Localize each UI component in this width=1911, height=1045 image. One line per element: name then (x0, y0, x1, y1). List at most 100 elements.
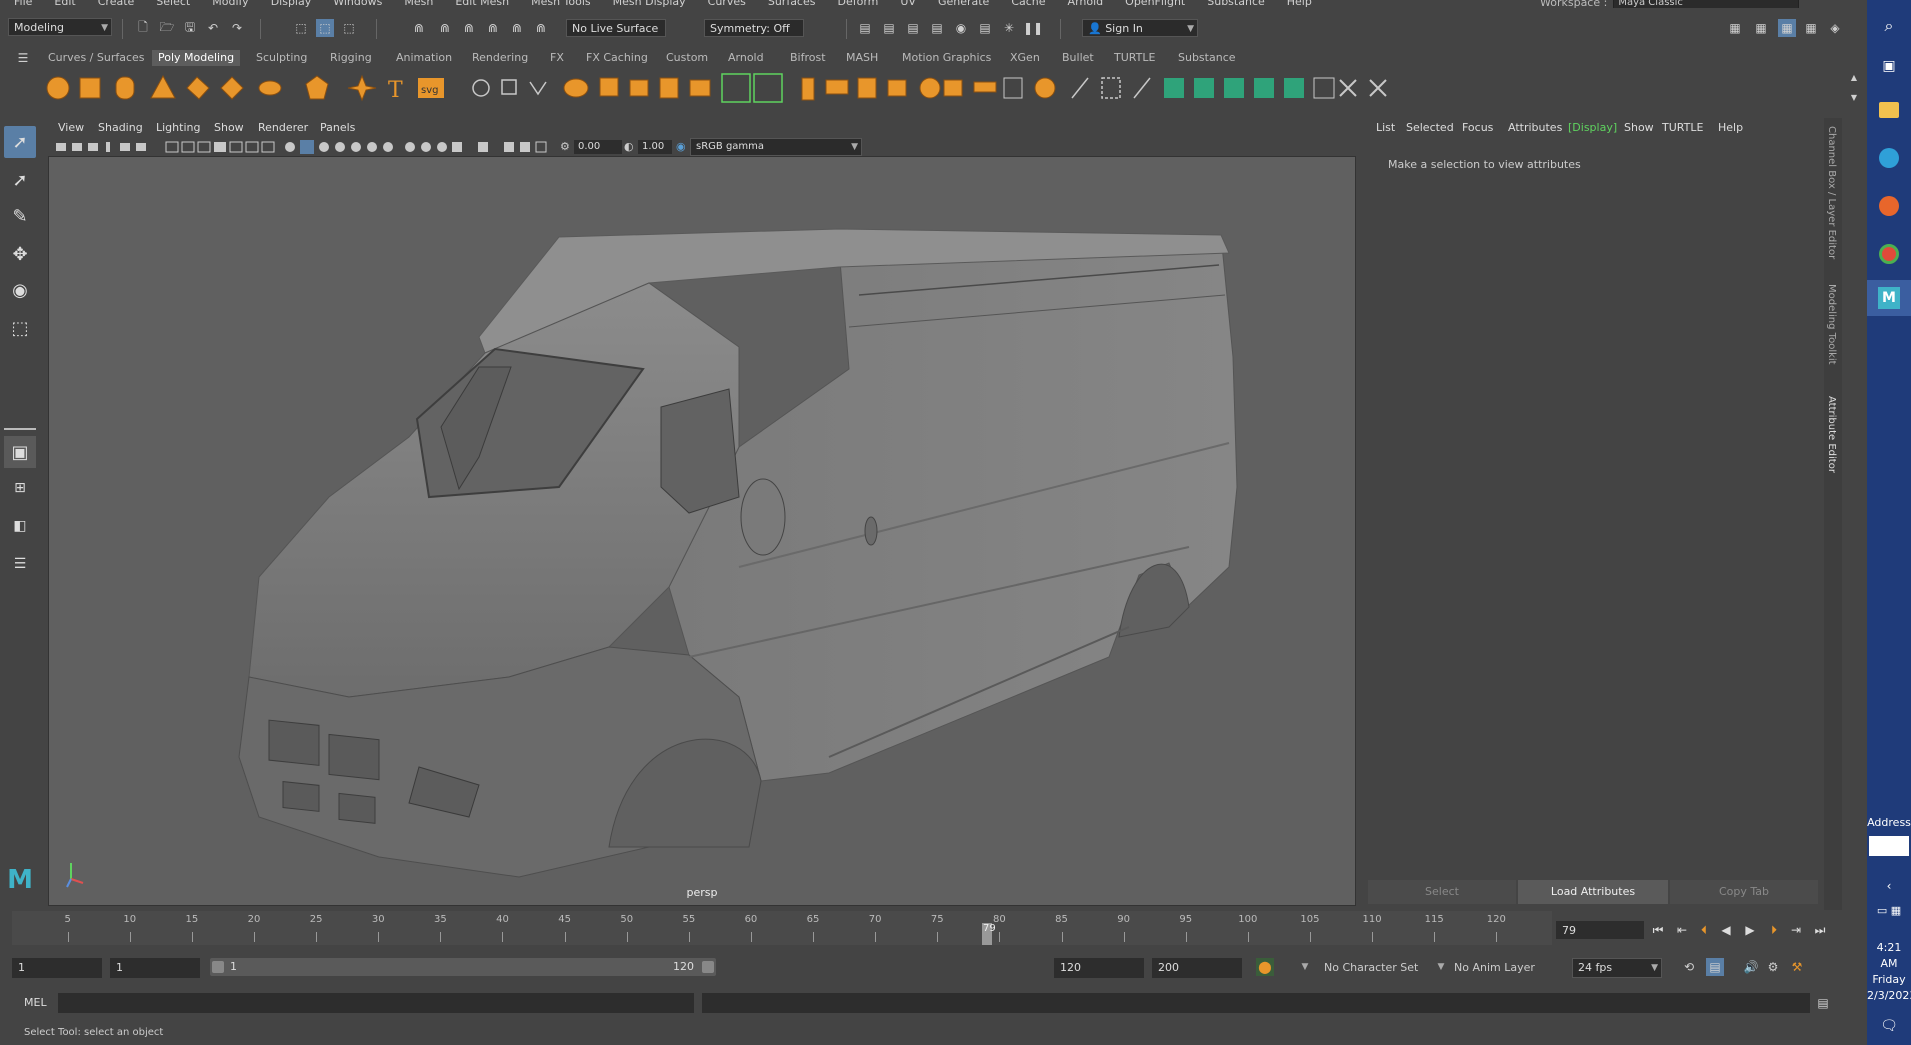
select-button[interactable]: Select (1368, 880, 1516, 904)
shelf-tab-turtle[interactable]: TURTLE (1108, 50, 1161, 66)
rotate-tool-icon[interactable]: ◉ (4, 274, 36, 306)
viewport-menu-lighting[interactable]: Lighting (156, 121, 200, 134)
save-scene-icon[interactable]: 🖫 (181, 19, 199, 37)
open-scene-icon[interactable]: 🗁 (158, 19, 176, 37)
shelf-menu-icon[interactable]: ☰ (14, 49, 32, 67)
range-end-handle[interactable] (702, 961, 714, 973)
select-object-icon[interactable]: ⬚ (316, 19, 334, 37)
time-slider[interactable]: 5 10 15 20 25 30 35 40 45 50 55 60 65 70 75 80 85 90 95 100… (12, 911, 1552, 945)
notifications-icon[interactable]: 🗨 (1867, 1008, 1911, 1044)
shelf-tab-arnold[interactable]: Arnold (722, 50, 770, 66)
pause-icon[interactable]: ❚❚ (1023, 19, 1043, 37)
character-set-chevron-icon[interactable]: ▼ (1296, 958, 1314, 976)
channel-box-icon[interactable]: ▦ (1802, 19, 1820, 37)
address-field[interactable] (1869, 836, 1909, 856)
range-slider[interactable]: 1 120 (210, 958, 716, 976)
play-forward-icon[interactable]: ▶ (1740, 920, 1760, 940)
shelf-tab-fx[interactable]: FX (544, 50, 570, 66)
shelf-tab-rigging[interactable]: Rigging (324, 50, 378, 66)
shelf-scroll[interactable]: ▲ ▼ (1842, 68, 1867, 108)
fps-dropdown[interactable]: 24 fps ▼ (1572, 958, 1662, 978)
ae-menu-help[interactable]: Help (1718, 121, 1743, 134)
settings-icon[interactable]: ⚒ (1788, 958, 1806, 976)
menu-openflight[interactable]: OpenFlight (1125, 0, 1185, 8)
chevron-left-icon[interactable]: ‹ (1867, 876, 1911, 896)
viewport-menu-renderer[interactable]: Renderer (258, 121, 308, 134)
symmetry-dropdown[interactable]: Symmetry: Off (704, 19, 804, 37)
shelf-tab-mash[interactable]: MASH (840, 50, 884, 66)
snap-surface-icon[interactable]: ⋒ (508, 19, 526, 37)
menu-substance[interactable]: Substance (1207, 0, 1265, 8)
shelf-tab-poly-modeling[interactable]: Poly Modeling (152, 50, 241, 66)
auto-key-icon[interactable]: ⬤ (1256, 958, 1274, 976)
live-surface-field[interactable]: No Live Surface (566, 19, 666, 37)
perspective-viewport[interactable]: persp (48, 156, 1356, 906)
ae-menu-display[interactable]: [Display] (1568, 121, 1617, 134)
copy-tab-button[interactable]: Copy Tab (1670, 880, 1818, 904)
workspace-selector[interactable]: Workspace : Maya Classic (1540, 0, 1800, 8)
new-scene-icon[interactable]: 🗋 (134, 19, 152, 37)
undo-icon[interactable]: ↶ (204, 19, 222, 37)
menu-surfaces[interactable]: Surfaces (768, 0, 816, 8)
menu-edit-mesh[interactable]: Edit Mesh (455, 0, 509, 8)
cache-playback-icon[interactable]: ▤ (1706, 958, 1724, 976)
anim-prefs-icon[interactable]: ⚙ (1764, 958, 1782, 976)
snap-grid-icon[interactable]: ⋒ (410, 19, 428, 37)
menu-cache[interactable]: Cache (1011, 0, 1045, 8)
step-back-key-icon[interactable]: ⇤ (1672, 920, 1692, 940)
maya-taskbar-icon[interactable]: M (1867, 280, 1911, 316)
chrome-icon[interactable] (1867, 236, 1911, 272)
four-view-layout-icon[interactable]: ⊞ (4, 472, 36, 504)
ae-menu-list[interactable]: List (1376, 121, 1395, 134)
scroll-down-icon[interactable]: ▼ (1845, 88, 1863, 106)
arnold-light-icon[interactable]: ✳ (1000, 19, 1018, 37)
system-tray-icons[interactable]: ▭ ▦ (1867, 900, 1911, 920)
select-component-icon[interactable]: ⬚ (340, 19, 358, 37)
snap-view-icon[interactable]: ⋒ (484, 19, 502, 37)
shelf-tab-rendering[interactable]: Rendering (466, 50, 534, 66)
attribute-editor-icon[interactable]: ▦ (1752, 19, 1770, 37)
lasso-tool-icon[interactable]: ➚ (4, 164, 36, 196)
scroll-up-icon[interactable]: ▲ (1845, 68, 1863, 86)
color-management-icon[interactable]: ◉ (676, 140, 686, 153)
scale-tool-icon[interactable]: ⬚ (4, 312, 36, 344)
outliner-layout-icon[interactable]: ☰ (4, 548, 36, 580)
render-settings-icon[interactable]: ▤ (928, 19, 946, 37)
ae-menu-show[interactable]: Show (1624, 121, 1654, 134)
menu-file[interactable]: File (14, 0, 32, 8)
sound-icon[interactable]: 🔊 (1742, 958, 1760, 976)
shelf-tab-fx-caching[interactable]: FX Caching (580, 50, 654, 66)
animation-end-field[interactable]: 200 (1152, 958, 1242, 978)
ae-menu-selected[interactable]: Selected (1406, 121, 1454, 134)
move-tool-icon[interactable]: ✥ (4, 238, 36, 270)
sign-in-button[interactable]: 👤 Sign In ▼ (1082, 19, 1198, 37)
menu-mesh-display[interactable]: Mesh Display (613, 0, 686, 8)
persp-graph-layout-icon[interactable]: ◧ (4, 510, 36, 542)
single-perspective-layout-icon[interactable]: ▣ (4, 436, 36, 468)
ae-menu-attributes[interactable]: Attributes (1508, 121, 1562, 134)
menu-deform[interactable]: Deform (837, 0, 878, 8)
menu-mesh-tools[interactable]: Mesh Tools (531, 0, 591, 8)
shelf-tab-xgen[interactable]: XGen (1004, 50, 1046, 66)
modeling-toolkit-icon[interactable]: ▦ (1726, 19, 1744, 37)
shelf-tab-bifrost[interactable]: Bifrost (784, 50, 832, 66)
command-input[interactable] (58, 993, 694, 1013)
side-tab-attribute-editor[interactable]: Attribute Editor (1826, 396, 1837, 473)
search-icon[interactable]: ⌕ (1867, 8, 1911, 44)
snap-pivot-icon[interactable]: ⋒ (532, 19, 550, 37)
select-tool-icon[interactable]: ➚ (4, 126, 36, 158)
menu-windows[interactable]: Windows (333, 0, 382, 8)
menu-curves[interactable]: Curves (708, 0, 746, 8)
mel-label[interactable]: MEL (24, 996, 47, 1009)
animation-start-field[interactable]: 1 (12, 958, 102, 978)
layer-editor-icon[interactable]: ◈ (1826, 19, 1844, 37)
hypershade-icon[interactable]: ◉ (952, 19, 970, 37)
current-frame-field[interactable]: 79 (1556, 921, 1644, 939)
script-editor-icon[interactable]: ▤ (1814, 994, 1832, 1012)
mode-dropdown[interactable]: Modeling ▼ (8, 18, 112, 36)
loop-icon[interactable]: ⟲ (1680, 958, 1698, 976)
menu-select[interactable]: Select (156, 0, 190, 8)
color-space-dropdown[interactable]: sRGB gamma ▼ (690, 138, 862, 156)
side-tab-modeling-toolkit[interactable]: Modeling Toolkit (1826, 284, 1837, 365)
render-frame-icon[interactable]: ▤ (880, 19, 898, 37)
